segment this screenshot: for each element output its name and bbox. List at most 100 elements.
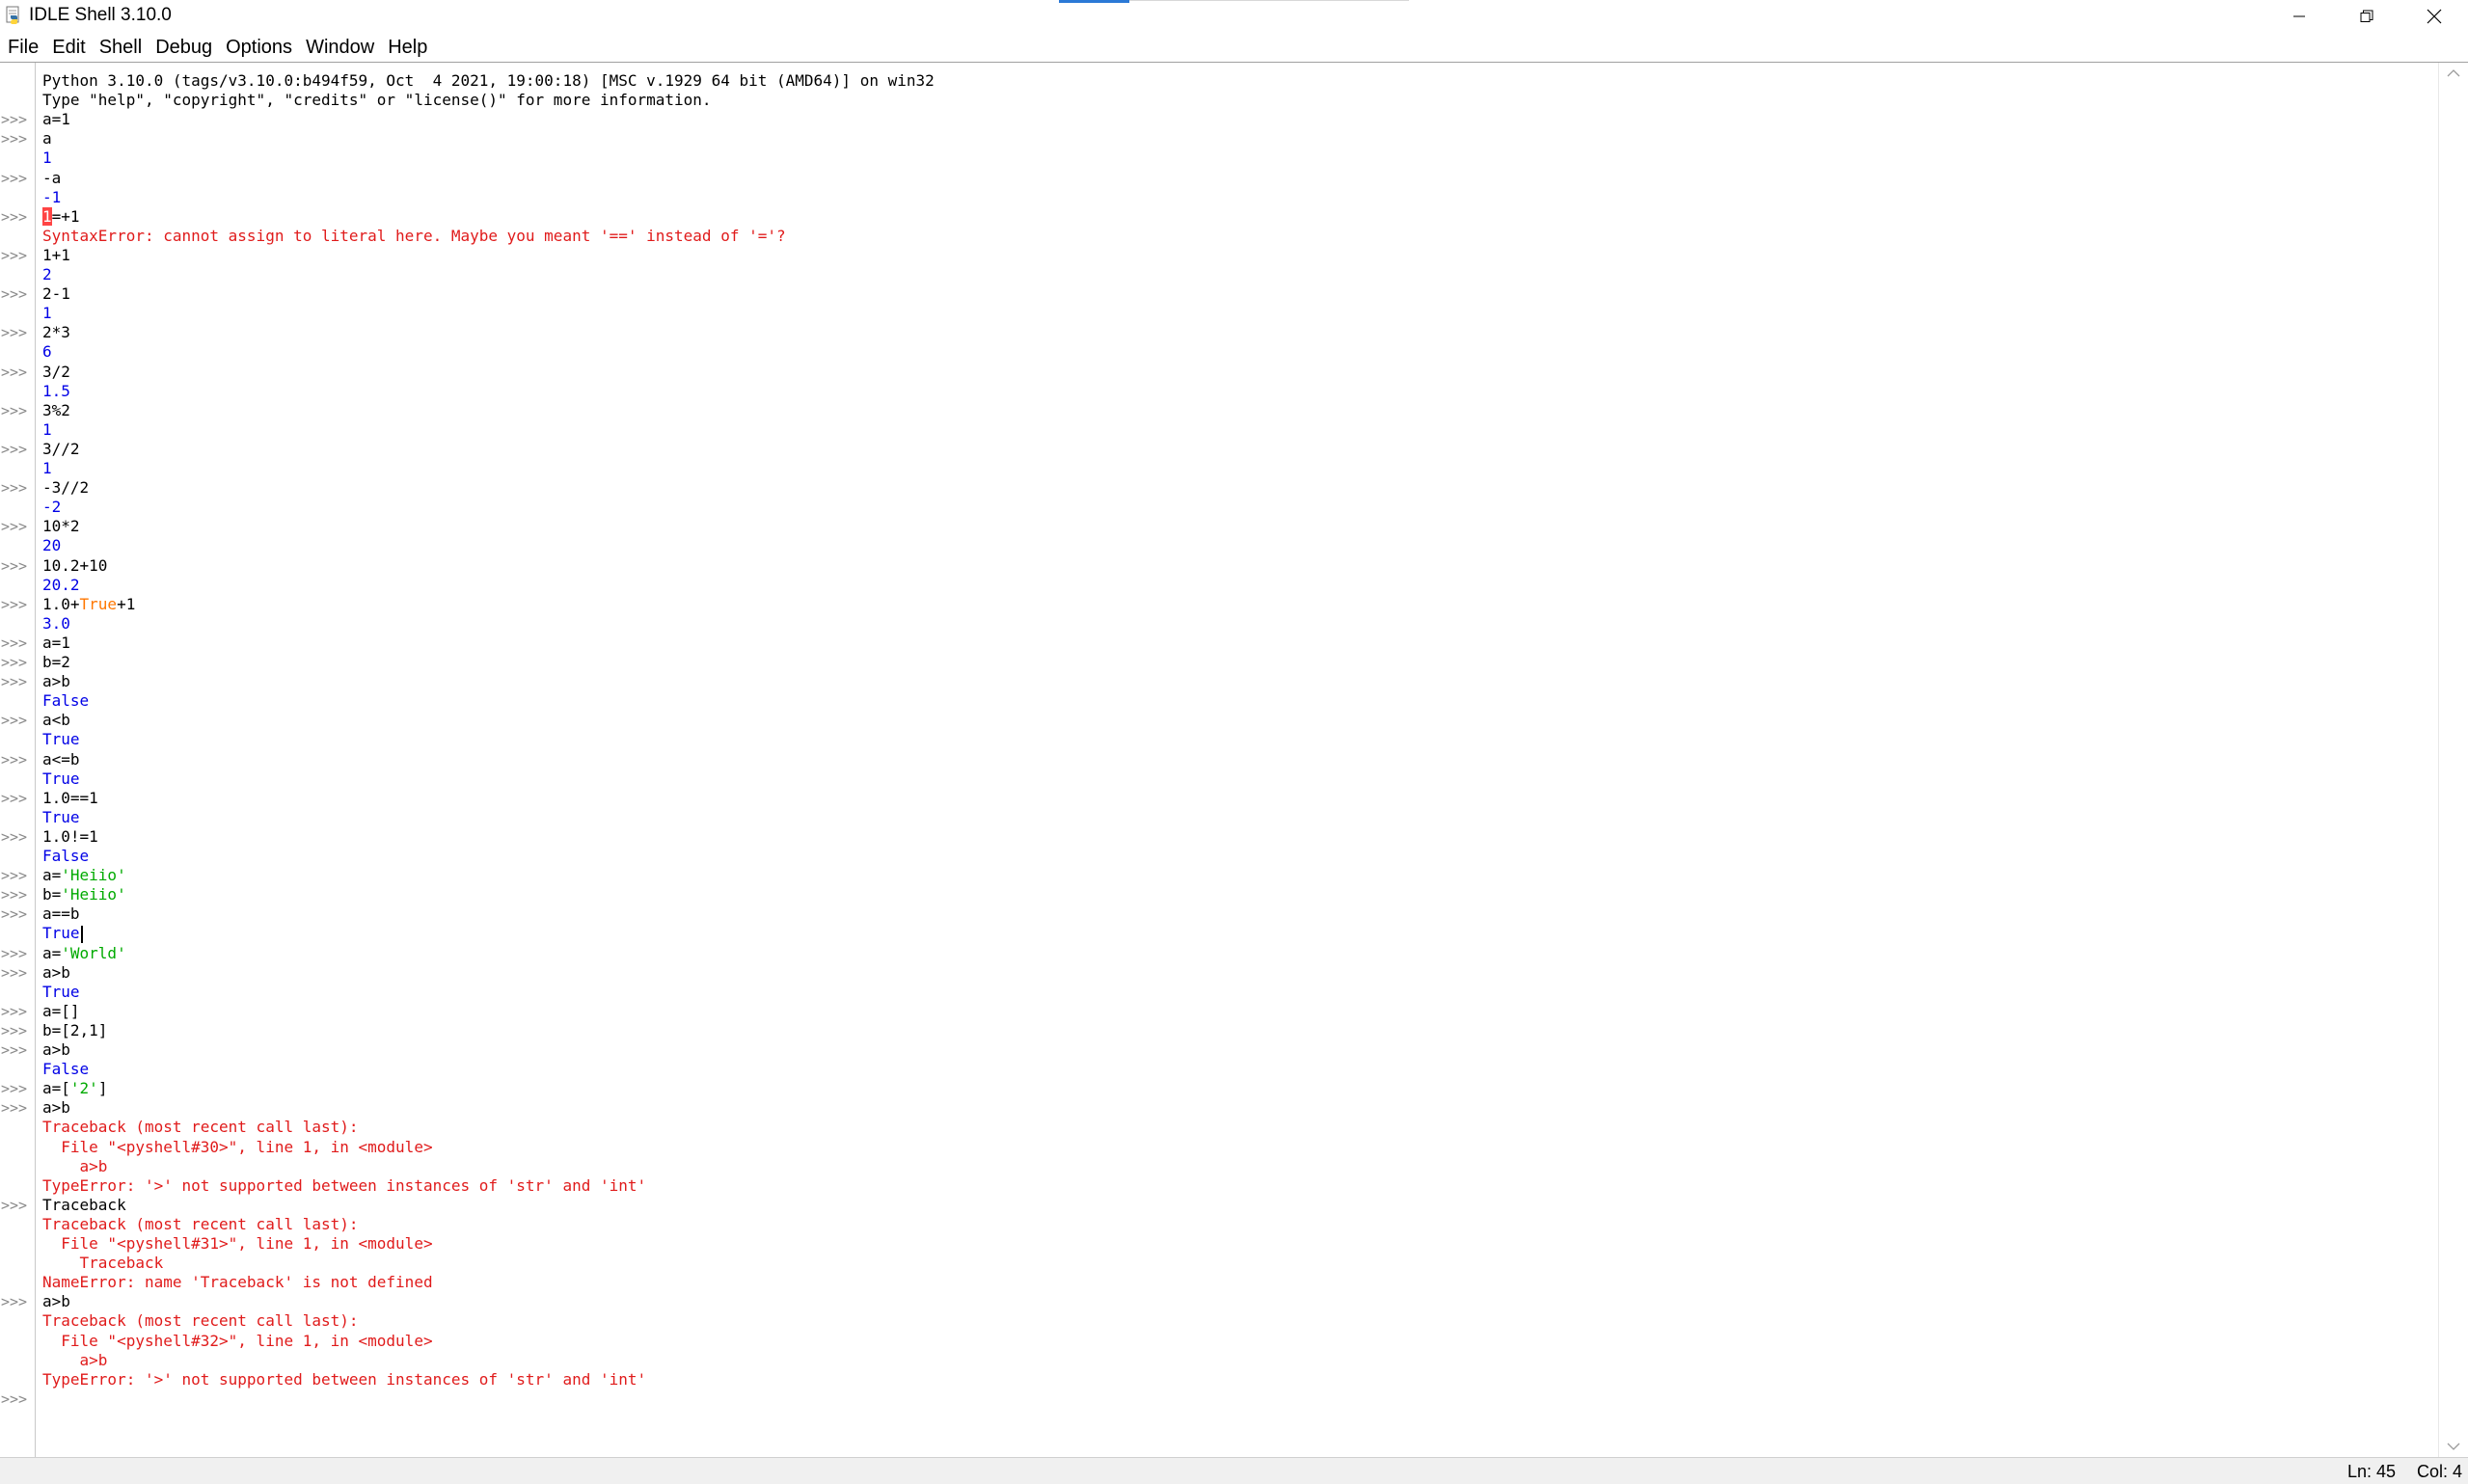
shell-line-segment: Traceback (most recent call last): (42, 1118, 359, 1137)
minimize-button[interactable] (2265, 0, 2333, 33)
shell-line-segment: b= (42, 885, 62, 904)
menu-edit[interactable]: Edit (45, 34, 92, 61)
shell-line-text: 20.2 (42, 576, 80, 595)
shell-line-segment: ] (97, 1079, 108, 1098)
shell-line-segment: -a (42, 168, 62, 187)
shell-line-segment: 3//2 (42, 439, 80, 458)
shell-line-segment: b=2 (42, 653, 70, 671)
shell-line-text: 1=+1 (42, 206, 80, 227)
shell-line-segment: a>b (42, 1292, 70, 1311)
shell-line-text: a>b (42, 1157, 108, 1176)
shell-line-text: a>b (42, 1292, 70, 1311)
prompt-marker: >>> (1, 440, 28, 458)
shell-line-text: 1 (42, 304, 52, 323)
shell-line-segment: 1 (42, 419, 52, 439)
shell-line-segment: False (42, 847, 90, 865)
prompt-marker: >>> (1, 789, 28, 807)
shell-line-text: 2-1 (42, 284, 70, 304)
shell-line-text: True (42, 983, 80, 1002)
shell-line-text: TypeError: '>' not supported between ins… (42, 1176, 646, 1196)
shell-line-segment: 20.2 (42, 575, 80, 594)
menu-file[interactable]: File (0, 34, 45, 61)
shell-line-text: 10.2+10 (42, 556, 107, 576)
status-bar: Ln: 45 Col: 4 (0, 1457, 2468, 1484)
shell-line-text: a>b (42, 963, 70, 983)
prompt-marker: >>> (1, 1196, 28, 1214)
shell-line-segment: a>b (42, 1098, 70, 1118)
menu-debug[interactable]: Debug (149, 34, 219, 61)
scroll-down-arrow-icon[interactable] (2447, 1442, 2460, 1451)
shell-line-text: File "<pyshell#31>", line 1, in <module> (42, 1234, 432, 1254)
shell-line-text: 2*3 (42, 323, 70, 342)
python-idle-icon (4, 6, 23, 25)
shell-line-text: -3//2 (42, 478, 89, 498)
shell-line-text: File "<pyshell#32>", line 1, in <module> (42, 1332, 432, 1351)
menu-shell[interactable]: Shell (93, 34, 149, 61)
prompt-marker: >>> (1, 324, 28, 342)
shell-line-text: 2 (42, 265, 52, 284)
shell-line-segment: a>b (42, 1040, 70, 1059)
prompt-marker: >>> (1, 750, 28, 769)
shell-line-segment: Traceback (most recent call last): (42, 1214, 359, 1233)
vertical-scrollbar[interactable] (2438, 63, 2468, 1457)
title-bar[interactable]: IDLE Shell 3.10.0 (0, 0, 2468, 33)
shell-line-segment: 10.2+10 (42, 555, 108, 575)
scroll-up-arrow-icon[interactable] (2447, 68, 2460, 78)
shell-line-text: NameError: name 'Traceback' is not defin… (42, 1273, 433, 1292)
shell-line-text: a (42, 129, 52, 148)
shell-line-segment: 2*3 (42, 323, 70, 342)
shell-line-segment: a=1 (42, 110, 70, 129)
shell-line-text: a==b (42, 904, 80, 924)
shell-line-segment: a=[] (42, 1001, 80, 1020)
prompt-marker: >>> (1, 654, 28, 671)
shell-line-segment: -1 (42, 187, 62, 206)
shell-line-segment: 3/2 (42, 362, 70, 381)
text-cursor (80, 925, 83, 943)
prompt-marker: >>> (1, 130, 28, 148)
shell-line-segment: a= (42, 943, 62, 962)
shell-line-text: a>b (42, 672, 70, 691)
shell-line-text: a='World' (42, 944, 126, 963)
shell-line-text: a<b (42, 711, 70, 730)
shell-line-segment: Traceback (42, 1195, 126, 1214)
shell-line-text: True (42, 924, 83, 943)
menu-help[interactable]: Help (381, 34, 434, 61)
shell-line-text: 1 (42, 420, 52, 440)
close-button[interactable] (2400, 0, 2468, 33)
shell-line-text: Type "help", "copyright", "credits" or "… (42, 91, 712, 110)
menu-window[interactable]: Window (299, 34, 381, 61)
shell-line-text: a=['2'] (42, 1079, 107, 1098)
prompt-marker: >>> (1, 1293, 28, 1311)
shell-line-segment: 3%2 (42, 400, 70, 419)
shell-line-text: True (42, 769, 80, 789)
shell-line-segment: a<=b (42, 749, 80, 769)
shell-line-segment: File "<pyshell#30>", line 1, in <module> (42, 1137, 433, 1156)
shell-line-text: b=[2,1] (42, 1021, 107, 1040)
prompt-marker: >>> (1, 246, 28, 264)
prompt-gutter: >>> >>> >>> >>> >>> >>> >>> >>> >>> >>> >>> >>> >>> >… (0, 63, 36, 1457)
shell-text-area[interactable]: Python 3.10.0 (tags/v3.10.0:b494f59, Oct… (37, 63, 2438, 1457)
prompt-marker: >>> (1, 1041, 28, 1059)
close-icon (2427, 9, 2442, 24)
shell-line-segment: 1.0!=1 (42, 826, 98, 846)
shell-line-segment: a<b (42, 711, 70, 730)
shell-line-segment: TypeError: '>' not supported between ins… (42, 1369, 647, 1389)
shell-line-segment: a>b (42, 672, 70, 691)
shell-line-text: a>b (42, 1098, 70, 1118)
restore-button[interactable] (2333, 0, 2400, 33)
prompt-marker: >>> (1, 479, 28, 498)
prompt-marker: >>> (1, 401, 28, 419)
shell-line-segment: NameError: name 'Traceback' is not defin… (42, 1273, 433, 1292)
prompt-marker: >>> (1, 634, 28, 652)
prompt-marker: >>> (1, 1390, 28, 1408)
shell-line-text: 1.0+True+1 (42, 595, 135, 614)
prompt-marker: >>> (1, 518, 28, 536)
title-accent-divider (1129, 0, 1409, 1)
shell-line-segment: True (79, 594, 118, 613)
shell-line-segment: a=1 (42, 633, 70, 652)
shell-line-segment: 1.5 (42, 381, 70, 400)
shell-line-text: 1 (42, 459, 52, 478)
column-number-status: Col: 4 (2416, 1462, 2462, 1481)
prompt-marker: >>> (1, 867, 28, 885)
menu-options[interactable]: Options (219, 34, 299, 61)
